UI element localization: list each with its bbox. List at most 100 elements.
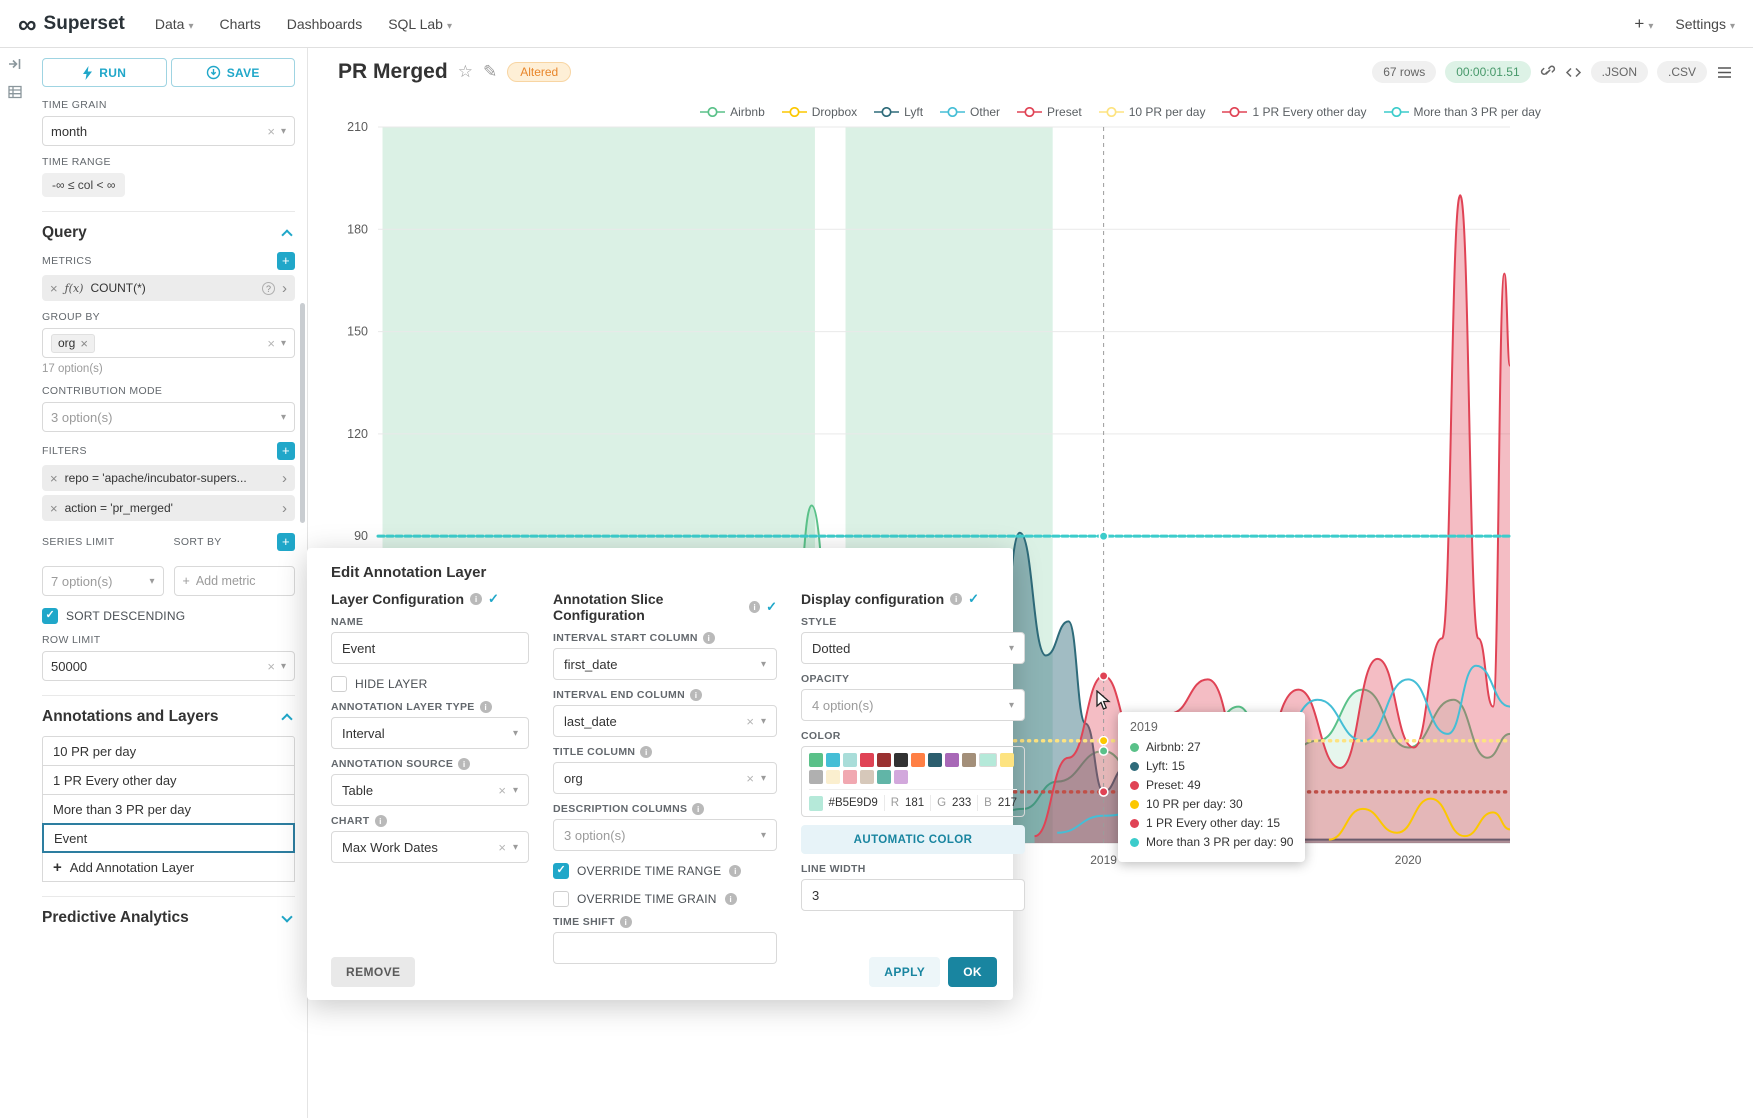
- add-filter-icon[interactable]: +: [277, 442, 295, 460]
- style-select[interactable]: Dotted ▾: [801, 632, 1025, 664]
- annotations-section-header[interactable]: Annotations and Layers: [42, 695, 295, 726]
- info-icon[interactable]: i: [470, 593, 482, 605]
- time-grain-select[interactable]: month × ▾: [42, 116, 295, 146]
- info-icon[interactable]: i: [703, 632, 715, 644]
- expand-icon[interactable]: [282, 500, 287, 517]
- add-sort-metric-icon[interactable]: +: [277, 533, 295, 551]
- new-item-button[interactable]: +: [1634, 14, 1653, 34]
- color-swatch[interactable]: [945, 753, 959, 767]
- chart-select[interactable]: Max Work Dates × ▾: [331, 831, 529, 863]
- help-icon[interactable]: ?: [262, 282, 275, 295]
- color-swatch[interactable]: [928, 753, 942, 767]
- info-icon[interactable]: i: [729, 865, 741, 877]
- apply-button[interactable]: APPLY: [869, 957, 940, 987]
- color-swatch[interactable]: [843, 770, 857, 784]
- checkbox-icon[interactable]: [331, 676, 347, 692]
- nav-menu-charts[interactable]: Charts: [219, 16, 260, 32]
- export-json-button[interactable]: .JSON: [1591, 61, 1648, 83]
- clear-icon[interactable]: ×: [267, 125, 275, 138]
- opacity-select[interactable]: 4 option(s) ▾: [801, 689, 1025, 721]
- override-time-grain-checkbox-row[interactable]: OVERRIDE TIME GRAIN i: [553, 891, 777, 907]
- contribution-mode-select[interactable]: 3 option(s) ▾: [42, 402, 295, 432]
- query-section-header[interactable]: Query: [42, 211, 295, 242]
- add-annotation-layer-button[interactable]: + Add Annotation Layer: [42, 852, 295, 882]
- info-icon[interactable]: i: [375, 815, 387, 827]
- annotation-layer-item[interactable]: 1 PR Every other day: [42, 765, 295, 795]
- row-limit-select[interactable]: 50000 × ▾: [42, 651, 295, 681]
- legend-item[interactable]: 1 PR Every other day: [1222, 105, 1366, 119]
- nav-menu-sqllab[interactable]: SQL Lab: [388, 16, 452, 32]
- legend-item[interactable]: Other: [940, 105, 1000, 119]
- group-by-tag[interactable]: org: [51, 334, 95, 353]
- remove-tag-icon[interactable]: [80, 336, 88, 351]
- legend-item[interactable]: Dropbox: [782, 105, 857, 119]
- sort-descending-checkbox-row[interactable]: SORT DESCENDING: [42, 608, 295, 624]
- info-icon[interactable]: i: [692, 803, 704, 815]
- name-input[interactable]: [331, 632, 529, 664]
- title-column-select[interactable]: org × ▾: [553, 762, 777, 794]
- info-icon[interactable]: i: [690, 689, 702, 701]
- checkbox-checked-icon[interactable]: [553, 863, 569, 879]
- color-swatch[interactable]: [962, 753, 976, 767]
- clear-icon[interactable]: ×: [498, 841, 506, 854]
- annotation-layer-type-select[interactable]: Interval ▾: [331, 717, 529, 749]
- color-b-value[interactable]: 217: [998, 797, 1017, 809]
- automatic-color-button[interactable]: AUTOMATIC COLOR: [801, 825, 1025, 854]
- color-swatch[interactable]: [894, 753, 908, 767]
- more-menu-icon[interactable]: [1716, 65, 1733, 80]
- color-swatch[interactable]: [911, 753, 925, 767]
- clear-icon[interactable]: ×: [746, 715, 754, 728]
- expand-icon[interactable]: [282, 470, 287, 487]
- line-width-input[interactable]: [801, 879, 1025, 911]
- color-swatch[interactable]: [877, 770, 891, 784]
- info-icon[interactable]: i: [725, 893, 737, 905]
- color-swatch[interactable]: [843, 753, 857, 767]
- override-time-range-checkbox-row[interactable]: OVERRIDE TIME RANGE i: [553, 863, 777, 879]
- annotation-layer-item[interactable]: Event: [42, 823, 295, 853]
- edit-title-icon[interactable]: ✎: [483, 62, 497, 82]
- panel-scrollbar[interactable]: [300, 303, 305, 523]
- info-icon[interactable]: i: [480, 701, 492, 713]
- color-swatch[interactable]: [860, 770, 874, 784]
- legend-item[interactable]: Lyft: [874, 105, 923, 119]
- remove-icon[interactable]: [50, 471, 58, 486]
- description-columns-select[interactable]: 3 option(s) ▾: [553, 819, 777, 851]
- color-swatch[interactable]: [826, 753, 840, 767]
- annotation-layer-item[interactable]: 10 PR per day: [42, 736, 295, 766]
- interval-end-column-select[interactable]: last_date × ▾: [553, 705, 777, 737]
- settings-menu[interactable]: Settings: [1675, 16, 1735, 32]
- expand-datasource-icon[interactable]: [7, 56, 23, 72]
- clear-icon[interactable]: ×: [267, 337, 275, 350]
- info-icon[interactable]: i: [749, 601, 760, 613]
- series-limit-select[interactable]: 7 option(s) ▾: [42, 566, 164, 596]
- color-g-value[interactable]: 233: [952, 797, 971, 809]
- annotation-source-select[interactable]: Table × ▾: [331, 774, 529, 806]
- info-icon[interactable]: i: [458, 758, 470, 770]
- color-swatch[interactable]: [809, 770, 823, 784]
- nav-menu-data[interactable]: Data: [155, 16, 194, 32]
- share-link-icon[interactable]: [1540, 64, 1556, 80]
- hide-layer-checkbox-row[interactable]: HIDE LAYER: [331, 676, 529, 692]
- run-button[interactable]: RUN: [42, 58, 167, 87]
- color-hex-value[interactable]: #B5E9D9: [829, 797, 878, 809]
- color-swatch[interactable]: [877, 753, 891, 767]
- remove-button[interactable]: REMOVE: [331, 957, 415, 987]
- color-swatch[interactable]: [860, 753, 874, 767]
- color-swatch[interactable]: [979, 753, 997, 767]
- legend-item[interactable]: 10 PR per day: [1099, 105, 1206, 119]
- clear-icon[interactable]: ×: [267, 660, 275, 673]
- favorite-star-icon[interactable]: ☆: [458, 62, 473, 82]
- superset-brand[interactable]: ∞ Superset: [18, 11, 125, 37]
- color-swatch[interactable]: [1000, 753, 1014, 767]
- export-csv-button[interactable]: .CSV: [1657, 61, 1707, 83]
- interval-start-column-select[interactable]: first_date ▾: [553, 648, 777, 680]
- color-swatch[interactable]: [894, 770, 908, 784]
- info-icon[interactable]: i: [640, 746, 652, 758]
- dataset-grid-icon[interactable]: [7, 84, 23, 100]
- filter-pill[interactable]: action = 'pr_merged': [42, 495, 295, 521]
- ok-button[interactable]: OK: [948, 957, 997, 987]
- legend-item[interactable]: More than 3 PR per day: [1384, 105, 1541, 119]
- embed-code-icon[interactable]: [1565, 65, 1582, 80]
- time-range-pill[interactable]: -∞ ≤ col < ∞: [42, 173, 125, 197]
- annotation-layer-item[interactable]: More than 3 PR per day: [42, 794, 295, 824]
